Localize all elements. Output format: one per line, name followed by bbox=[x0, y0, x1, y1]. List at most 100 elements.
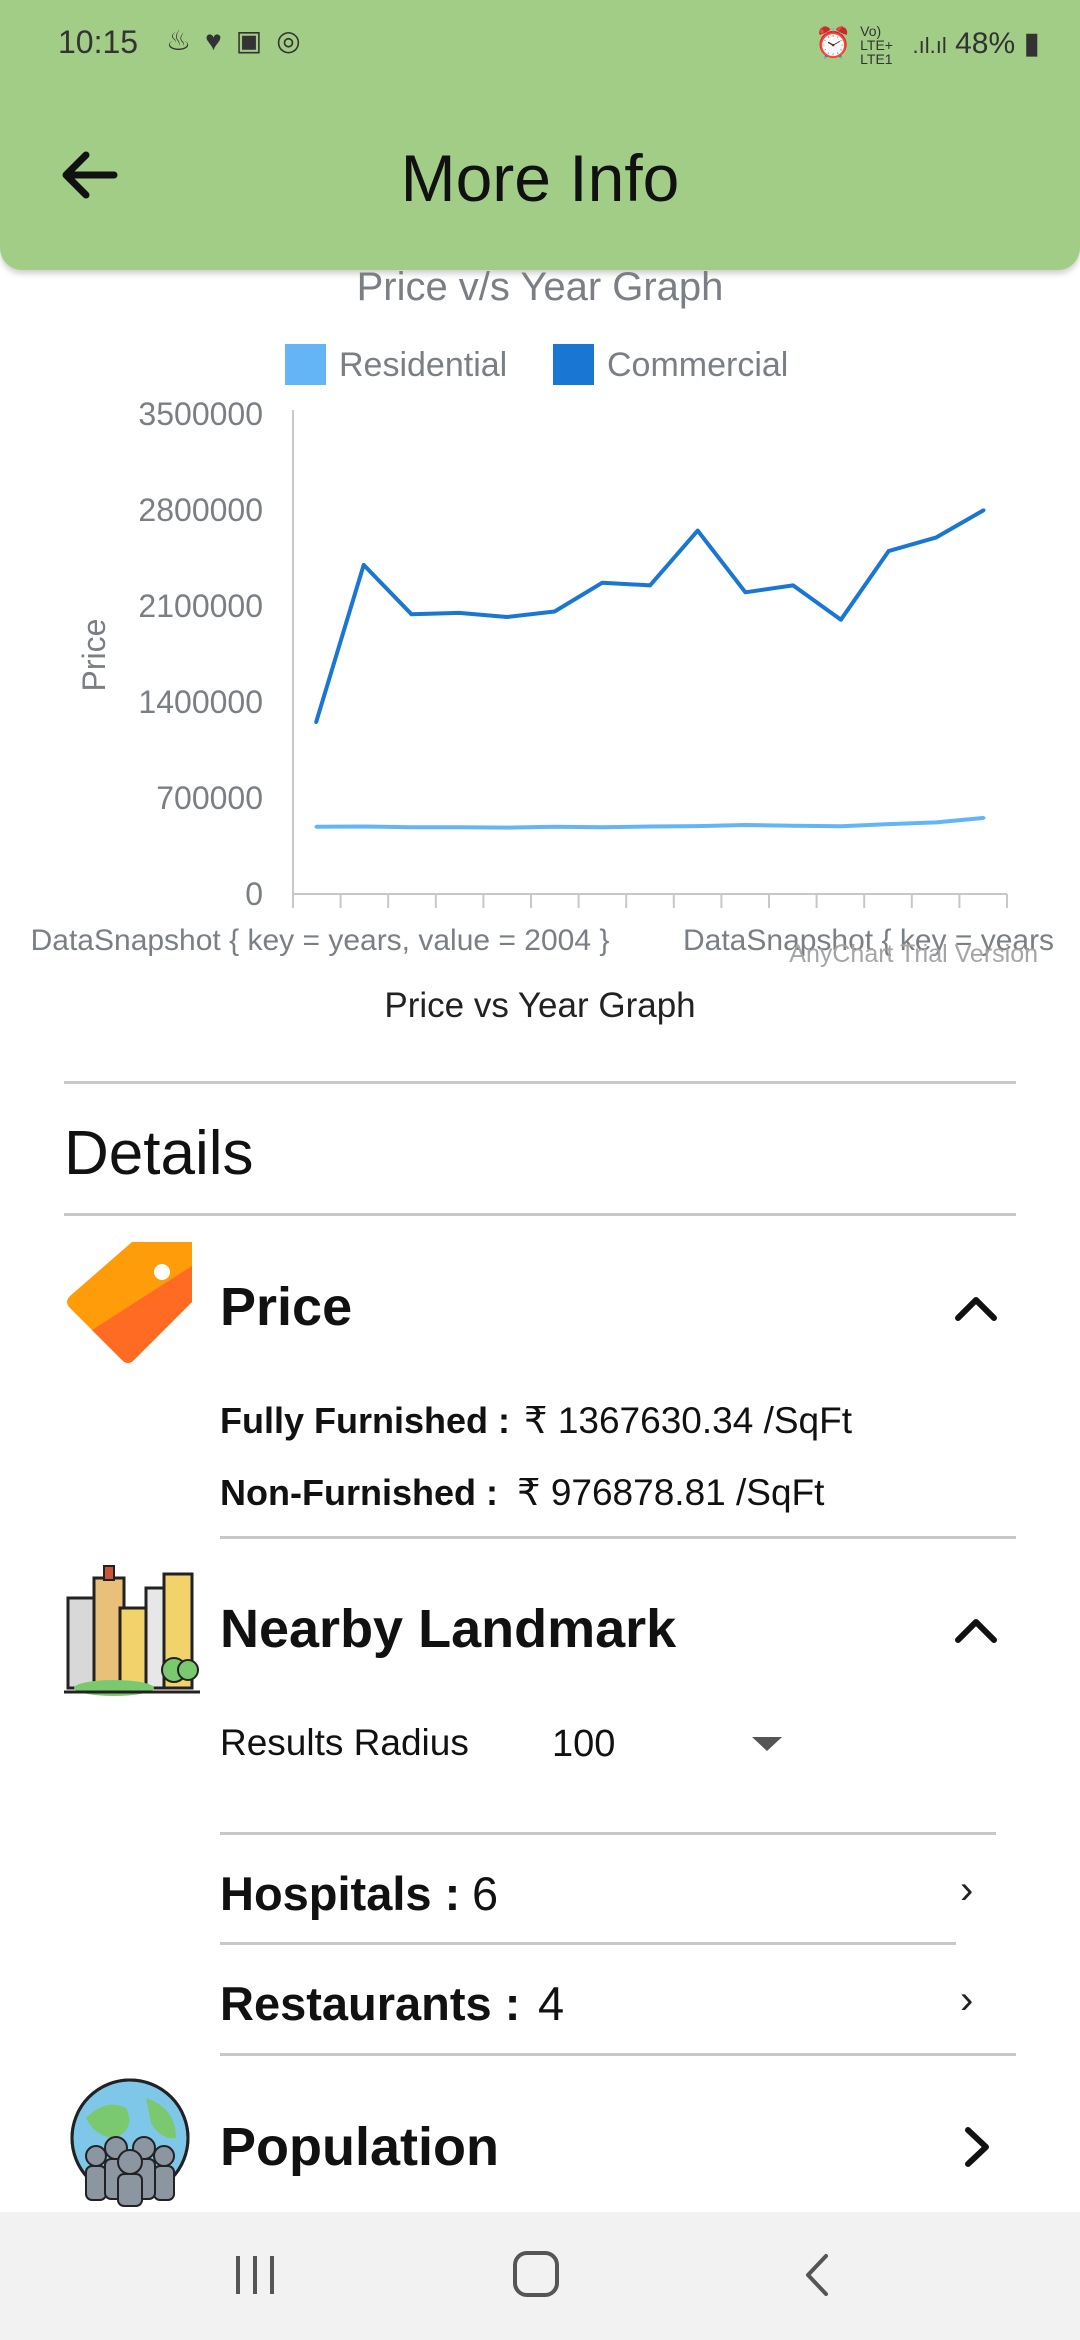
dropdown-arrow-icon bbox=[752, 1737, 782, 1751]
hospitals-count: 6 bbox=[472, 1867, 499, 1920]
data-point bbox=[505, 826, 509, 830]
divider-details bbox=[64, 1213, 1016, 1216]
sync-icon: ◎ bbox=[276, 25, 315, 56]
chevron-right-icon: › bbox=[960, 1978, 974, 2022]
results-radius-label: Results Radius bbox=[220, 1722, 469, 1763]
status-time: 10:15 bbox=[58, 24, 139, 60]
legend-label: Residential bbox=[339, 346, 507, 384]
legend-swatch bbox=[553, 344, 594, 385]
non-furnished-label: Non-Furnished : bbox=[220, 1472, 498, 1513]
city-buildings-icon bbox=[64, 1565, 200, 1696]
data-point bbox=[839, 824, 843, 828]
notification-icon: ♨ bbox=[166, 25, 206, 56]
data-point bbox=[362, 563, 366, 567]
divider-price bbox=[220, 1536, 1016, 1539]
divider-restaurants bbox=[220, 2053, 1016, 2056]
data-point bbox=[839, 618, 843, 622]
legend-label: Commercial bbox=[607, 346, 788, 384]
chart-svg: Price v/s Year Graph Residential Commerci… bbox=[31, 265, 1054, 1025]
data-point bbox=[743, 590, 747, 594]
data-point bbox=[553, 825, 557, 829]
non-furnished-value: ₹ 976878.81 /SqFt bbox=[517, 1472, 825, 1513]
chart-series bbox=[314, 508, 986, 830]
data-point bbox=[982, 508, 986, 512]
y-tick-label: 1400000 bbox=[138, 684, 263, 720]
chart-legend: Residential Commercial bbox=[285, 344, 788, 385]
recents-icon[interactable] bbox=[230, 2252, 280, 2298]
y-tick-label: 3500000 bbox=[138, 396, 263, 432]
data-point bbox=[743, 823, 747, 827]
people-globe-icon bbox=[70, 2078, 190, 2207]
back-icon[interactable] bbox=[800, 2250, 836, 2300]
data-point bbox=[600, 581, 604, 585]
chart-caption: Price vs Year Graph bbox=[384, 986, 695, 1025]
divider-radius bbox=[220, 1832, 996, 1835]
data-point bbox=[791, 824, 795, 828]
data-point bbox=[887, 822, 891, 826]
chart-watermark: AnyChart Trial Version bbox=[789, 940, 1038, 968]
results-radius-value: 100 bbox=[552, 1723, 616, 1765]
y-tick-label: 2800000 bbox=[138, 492, 263, 528]
series-line bbox=[314, 508, 985, 724]
data-point bbox=[505, 615, 509, 619]
data-point bbox=[648, 583, 652, 587]
y-tick-label: 2100000 bbox=[138, 588, 263, 624]
data-point bbox=[362, 825, 366, 829]
data-point bbox=[553, 609, 557, 613]
chevron-up-icon[interactable] bbox=[952, 1288, 1000, 1328]
y-axis-label: Price bbox=[76, 619, 112, 692]
page-title: More Info bbox=[400, 141, 680, 215]
divider-top bbox=[64, 1081, 1016, 1084]
battery-percent: 48% bbox=[955, 26, 1016, 60]
chevron-up-icon[interactable] bbox=[952, 1610, 1000, 1650]
battery-icon: ▮ bbox=[1023, 26, 1040, 60]
price-year-chart: Price v/s Year Graph Residential Commerci… bbox=[0, 265, 1080, 1030]
data-point bbox=[600, 825, 604, 829]
system-nav-bar bbox=[0, 2212, 1080, 2340]
fully-furnished-label: Fully Furnished : bbox=[220, 1400, 511, 1441]
landmark-title: Nearby Landmark bbox=[220, 1599, 677, 1659]
restaurants-label: Restaurants : bbox=[220, 1977, 521, 2030]
y-tick-label: 700000 bbox=[156, 780, 263, 816]
status-notification-icons: ♨♥▣◎ bbox=[166, 24, 315, 57]
details-heading: Details bbox=[64, 1119, 254, 1188]
data-point bbox=[409, 612, 413, 616]
gallery-icon: ▣ bbox=[235, 25, 277, 56]
divider-hospitals bbox=[220, 1942, 956, 1945]
legend-swatch bbox=[285, 344, 326, 385]
data-point bbox=[648, 825, 652, 829]
data-point bbox=[887, 549, 891, 553]
y-axis-ticks: 3500000 2800000 2100000 1400000 700000 0 bbox=[138, 396, 263, 912]
data-point bbox=[791, 583, 795, 587]
chart-axes bbox=[292, 410, 1008, 908]
fully-furnished-value: ₹ 1367630.34 /SqFt bbox=[524, 1400, 852, 1441]
data-point bbox=[982, 816, 986, 820]
data-point bbox=[314, 721, 318, 725]
x-tick-label: DataSnapshot { key = years, value = 2004… bbox=[31, 924, 610, 957]
price-title: Price bbox=[220, 1277, 353, 1337]
home-icon[interactable] bbox=[510, 2248, 562, 2300]
data-point bbox=[696, 529, 700, 533]
data-point bbox=[934, 535, 938, 539]
data-point bbox=[457, 825, 461, 829]
data-point bbox=[314, 825, 318, 829]
y-tick-label: 0 bbox=[245, 876, 263, 912]
app-bar: 10:15 ♨♥▣◎ ⏰ Vo) LTE+ LTE1 .ıl.ıl 48% ▮ … bbox=[0, 0, 1080, 270]
status-system-icons: ⏰ Vo) LTE+ LTE1 .ıl.ıl 48% ▮ bbox=[814, 24, 1040, 66]
health-icon: ♥ bbox=[205, 25, 236, 56]
chevron-right-icon[interactable] bbox=[958, 2124, 998, 2170]
data-point bbox=[409, 825, 413, 829]
price-tag-icon bbox=[67, 1242, 192, 1363]
chart-title: Price v/s Year Graph bbox=[357, 270, 724, 309]
network-label: Vo) LTE+ LTE1 bbox=[860, 23, 893, 67]
data-point bbox=[457, 611, 461, 615]
data-point bbox=[696, 824, 700, 828]
population-title: Population bbox=[220, 2117, 499, 2177]
data-point bbox=[934, 820, 938, 824]
restaurants-count: 4 bbox=[538, 1977, 565, 2030]
status-bar: 10:15 ♨♥▣◎ ⏰ Vo) LTE+ LTE1 .ıl.ıl 48% ▮ bbox=[58, 22, 1040, 66]
signal-icon: .ıl.ıl bbox=[912, 32, 947, 58]
hospitals-label: Hospitals : bbox=[220, 1867, 461, 1920]
alarm-icon: ⏰ bbox=[814, 26, 852, 60]
chevron-right-icon: › bbox=[960, 1868, 974, 1912]
